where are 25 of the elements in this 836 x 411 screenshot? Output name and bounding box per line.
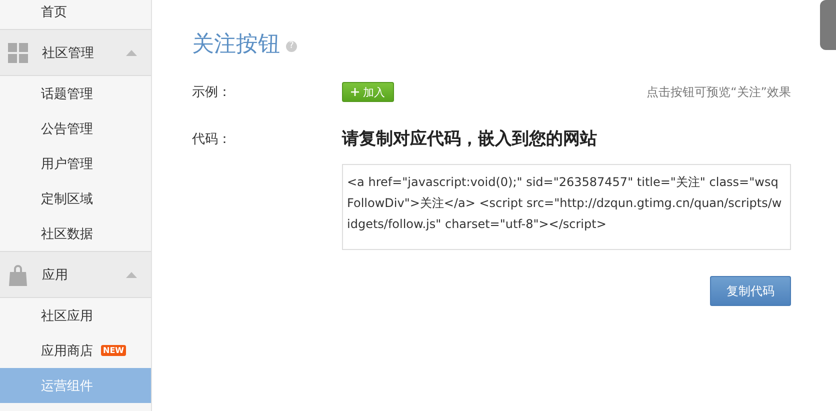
page-title: 关注按钮 xyxy=(192,31,280,59)
sidebar-item[interactable]: 首页 xyxy=(0,0,151,29)
sidebar-group-header[interactable]: 社区管理 xyxy=(0,29,151,76)
example-label: 示例： xyxy=(192,84,232,101)
sidebar-item-label[interactable]: 应用商店 xyxy=(41,342,93,360)
bag-icon xyxy=(8,264,28,286)
preview-hint: 点击按钮可预览“关注”效果 xyxy=(646,84,791,100)
side-tab[interactable] xyxy=(820,0,836,50)
plus-icon xyxy=(351,88,359,96)
sidebar-item[interactable]: 定制区域 xyxy=(0,181,151,216)
sidebar-item[interactable]: 用户管理 xyxy=(0,146,151,181)
sidebar-item[interactable]: 公告管理 xyxy=(0,111,151,146)
caret-icon xyxy=(126,50,137,56)
sidebar-group-header[interactable]: 应用 xyxy=(0,251,151,298)
sidebar-item[interactable]: 社区应用 xyxy=(0,298,151,333)
code-label: 代码： xyxy=(192,130,232,148)
code-heading: 请复制对应代码，嵌入到您的网站 xyxy=(342,128,597,150)
group-label: 应用 xyxy=(42,266,69,284)
sidebar-item[interactable]: 社区数据 xyxy=(0,216,151,251)
caret-icon xyxy=(126,272,137,278)
new-badge: NEW xyxy=(101,345,126,356)
code-field[interactable]: <a href="javascript:void(0);" sid="263587457" title="关注" class="wsqFollowDiv">关注</a> <script src="http://dzqun.gtimg.cn/quan/scripts/widgets/follow.js" charset="utf-8"></script> xyxy=(342,164,791,250)
grid-icon xyxy=(8,42,28,62)
group-label: 社区管理 xyxy=(42,44,95,62)
sidebar-item[interactable]: 话题管理 xyxy=(0,76,151,111)
